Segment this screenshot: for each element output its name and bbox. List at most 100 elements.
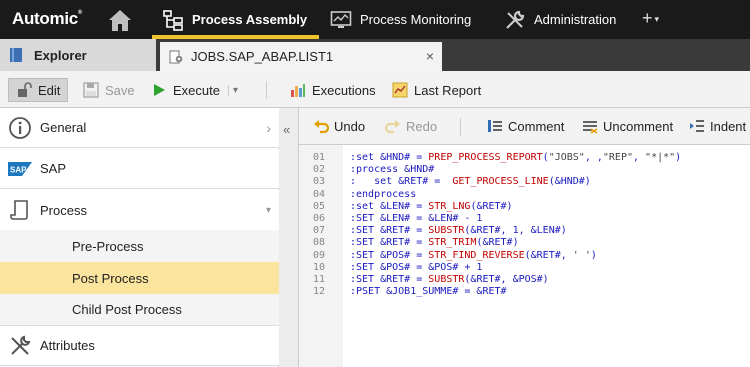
floppy-icon bbox=[83, 82, 99, 98]
execute-dropdown-caret[interactable]: ▾ bbox=[227, 84, 238, 96]
code-line[interactable]: 05 :set &LEN# = STR_LNG(&RET#) bbox=[299, 200, 750, 213]
code-text: :endprocess bbox=[350, 188, 417, 200]
redo-icon bbox=[384, 118, 401, 134]
tab-jobs-sap-abap-list1[interactable]: JOBS.SAP_ABAP.LIST1 × bbox=[160, 42, 442, 71]
code-text: :SET &POS# = STR_FIND_REVERSE(&RET#, ' '… bbox=[350, 249, 597, 261]
section-general[interactable]: General › bbox=[0, 108, 279, 148]
uncomment-label: Uncomment bbox=[603, 118, 674, 134]
object-toolbar: Edit Save Execute ▾ Executions Last Repo… bbox=[0, 71, 750, 108]
lock-open-icon bbox=[16, 82, 32, 98]
play-icon bbox=[151, 82, 167, 98]
code-line[interactable]: 01:set &HND# = PREP_PROCESS_REPORT("JOBS… bbox=[299, 151, 750, 164]
section-general-label: General bbox=[40, 120, 87, 135]
code-text: : set &RET# = GET_PROCESS_LINE(&HND#) bbox=[350, 176, 591, 188]
subsection-child-post-process[interactable]: Child Post Process bbox=[0, 294, 279, 326]
subsection-post-process[interactable]: Post Process bbox=[0, 262, 279, 294]
nav-administration-label: Administration bbox=[534, 12, 617, 27]
chevron-right-icon: › bbox=[266, 119, 271, 136]
executions-button[interactable]: Executions bbox=[290, 78, 376, 102]
line-number: 10 bbox=[313, 261, 326, 273]
report-icon bbox=[392, 82, 408, 98]
line-number: 05 bbox=[313, 200, 326, 212]
save-label: Save bbox=[105, 82, 135, 98]
section-sap-label: SAP bbox=[40, 161, 67, 176]
undo-label: Undo bbox=[334, 118, 366, 134]
line-number: 08 bbox=[313, 237, 326, 249]
indent-button[interactable]: Indent bbox=[689, 118, 746, 134]
close-tab-icon[interactable]: × bbox=[426, 48, 434, 64]
last-report-button[interactable]: Last Report bbox=[392, 78, 481, 102]
code-line[interactable]: 02 :process &HND# bbox=[299, 163, 750, 176]
subsection-pre-process[interactable]: Pre-Process bbox=[0, 230, 279, 262]
line-number: 06 bbox=[313, 213, 326, 224]
section-sap[interactable]: SAP SAP bbox=[0, 149, 279, 189]
object-sections-panel: General › SAP SAP Process ▾ Pre-Process … bbox=[0, 108, 279, 367]
code-line[interactable]: 04 :endprocess bbox=[299, 188, 750, 201]
add-perspective-button[interactable]: + ▾ bbox=[642, 8, 659, 29]
edit-button[interactable]: Edit bbox=[8, 78, 68, 102]
code-line[interactable]: 09 :SET &POS# = STR_FIND_REVERSE(&RET#, '… bbox=[299, 249, 750, 262]
job-gear-icon bbox=[169, 50, 183, 64]
pre-process-label: Pre-Process bbox=[72, 238, 144, 254]
save-button[interactable]: Save bbox=[83, 78, 135, 102]
comment-button[interactable]: Comment bbox=[487, 118, 564, 134]
tab-document-label: JOBS.SAP_ABAP.LIST1 bbox=[191, 49, 334, 64]
chevron-down-icon: ▾ bbox=[265, 204, 271, 216]
indent-label: Indent bbox=[710, 118, 747, 134]
code-text: :set &HND# = PREP_PROCESS_REPORT("JOBS",… bbox=[350, 152, 682, 163]
code-line[interactable]: 08 :SET &RET# = STR_TRIM(&RET#) bbox=[299, 236, 750, 249]
code-text: :SET &RET# = STR_TRIM(&RET#) bbox=[350, 237, 519, 249]
nav-process-assembly[interactable]: Process Assembly bbox=[152, 0, 320, 39]
collapse-left-icon[interactable]: « bbox=[283, 122, 290, 137]
script-editor[interactable]: 01:set &HND# = PREP_PROCESS_REPORT("JOBS… bbox=[299, 145, 750, 367]
toolbar-divider bbox=[266, 81, 267, 99]
explorer-book-icon bbox=[8, 47, 24, 63]
process-tree-icon bbox=[162, 9, 184, 31]
execute-label: Execute bbox=[173, 82, 220, 98]
code-text: :set &LEN# = STR_LNG(&RET#) bbox=[350, 200, 513, 212]
line-number: 04 bbox=[313, 188, 326, 200]
collapse-panel-strip[interactable]: « bbox=[279, 108, 299, 367]
section-attributes[interactable]: Attributes bbox=[0, 326, 279, 366]
line-number: 07 bbox=[313, 225, 326, 237]
section-process-label: Process bbox=[40, 202, 87, 218]
line-number: 02 bbox=[313, 164, 326, 176]
code-line[interactable]: 11 :SET &RET# = SUBSTR(&RET#, &POS#) bbox=[299, 273, 750, 286]
code-text: :SET &POS# = &POS# + 1 bbox=[350, 261, 483, 273]
tab-row: Explorer JOBS.SAP_ABAP.LIST1 × bbox=[0, 39, 750, 71]
uncomment-button[interactable]: Uncomment bbox=[582, 118, 673, 134]
line-number: 12 bbox=[313, 286, 326, 298]
code-text: :SET &RET# = SUBSTR(&RET#, &POS#) bbox=[350, 274, 549, 285]
undo-button[interactable]: Undo bbox=[313, 118, 365, 134]
last-report-label: Last Report bbox=[414, 82, 482, 98]
nav-process-assembly-label: Process Assembly bbox=[192, 12, 308, 27]
execute-button[interactable]: Execute ▾ bbox=[151, 78, 238, 102]
wrench-screwdriver-icon bbox=[504, 9, 526, 31]
section-process[interactable]: Process ▾ bbox=[0, 190, 279, 230]
code-text: :process &HND# bbox=[350, 164, 435, 176]
line-number: 09 bbox=[313, 249, 326, 261]
redo-button[interactable]: Redo bbox=[384, 118, 437, 134]
post-process-label: Post Process bbox=[72, 270, 149, 286]
home-icon[interactable] bbox=[106, 6, 134, 34]
executions-label: Executions bbox=[312, 82, 376, 98]
nav-administration[interactable]: Administration bbox=[504, 0, 616, 39]
code-line[interactable]: 07:SET &RET# = SUBSTR(&RET#, 1, &LEN#) bbox=[299, 224, 750, 237]
tab-explorer[interactable]: Explorer bbox=[0, 39, 156, 71]
nav-process-monitoring[interactable]: Process Monitoring bbox=[330, 0, 471, 39]
code-line[interactable]: 12:PSET &JOB1_SUMME# = &RET# bbox=[299, 285, 750, 298]
comment-lines-icon bbox=[487, 118, 503, 134]
indent-icon bbox=[689, 118, 705, 134]
uncomment-icon bbox=[582, 118, 598, 134]
code-line[interactable]: 10 :SET &POS# = &POS# + 1 bbox=[299, 261, 750, 274]
comment-label: Comment bbox=[508, 118, 565, 134]
bar-chart-icon bbox=[290, 82, 306, 98]
tools-icon bbox=[8, 334, 32, 358]
code-line[interactable]: 06:SET &LEN# = &LEN# - 1 bbox=[299, 212, 750, 225]
tab-explorer-label: Explorer bbox=[34, 47, 87, 63]
child-post-process-label: Child Post Process bbox=[72, 302, 182, 317]
line-number: 11 bbox=[313, 274, 326, 285]
monitor-chart-icon bbox=[330, 9, 352, 31]
editor-toolbar-divider bbox=[460, 118, 461, 136]
code-line[interactable]: 03: set &RET# = GET_PROCESS_LINE(&HND#) bbox=[299, 175, 750, 188]
